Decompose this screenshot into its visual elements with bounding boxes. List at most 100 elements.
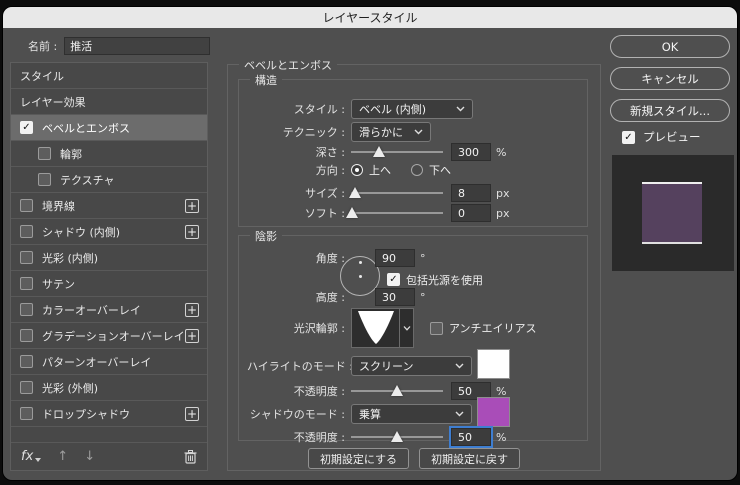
sidebar-item-inner-glow[interactable]: 光彩 (内側) [11, 245, 207, 271]
sidebar-item-texture[interactable]: テクスチャ [11, 167, 207, 193]
checkbox[interactable] [20, 407, 33, 420]
soften-input[interactable]: 0 [451, 204, 491, 222]
bevel-style-select[interactable]: ベベル (内側) [351, 99, 473, 119]
slider-thumb[interactable] [349, 187, 361, 198]
shadow-color-swatch[interactable] [477, 397, 510, 427]
sidebar-item-inner-shadow[interactable]: シャドウ (内側) + [11, 219, 207, 245]
altitude-input[interactable]: 30 [375, 288, 415, 306]
gloss-contour-picker[interactable] [351, 308, 414, 348]
add-effect-icon[interactable]: + [185, 329, 199, 343]
sidebar-item-contour[interactable]: 輪郭 [11, 141, 207, 167]
default-buttons-row: 初期設定にする 初期設定に戻す [228, 448, 600, 469]
slider-thumb[interactable] [373, 146, 385, 157]
depth-input[interactable]: 300 [451, 143, 491, 161]
size-slider[interactable] [351, 186, 443, 200]
checkbox[interactable] [20, 303, 33, 316]
make-default-button[interactable]: 初期設定にする [308, 448, 409, 469]
selected-value: 乗算 [359, 406, 381, 422]
move-up-icon[interactable]: ↑ [57, 449, 68, 464]
checkbox[interactable] [20, 277, 33, 290]
add-effect-icon[interactable]: + [185, 407, 199, 421]
sidebar-item-label: 光彩 (外側) [42, 380, 98, 396]
add-effect-icon[interactable]: + [185, 199, 199, 213]
shadow-opacity-slider[interactable] [351, 430, 443, 444]
bevel-emboss-panel: ベベルとエンボス 構造 スタイル : ベベル (内側) テクニック : 滑らかに [227, 64, 601, 471]
selected-value: ベベル (内側) [359, 101, 426, 117]
shadow-opacity-input[interactable]: 50 [451, 428, 491, 446]
technique-select[interactable]: 滑らかに [351, 122, 431, 142]
sidebar-item-pattern-overlay[interactable]: パターンオーバーレイ [11, 349, 207, 375]
highlight-opacity-slider[interactable] [351, 384, 443, 398]
style-label: スタイル : [247, 101, 345, 117]
style-preview [612, 155, 734, 271]
size-unit: px [496, 187, 510, 200]
soften-slider[interactable] [351, 206, 443, 220]
soften-label: ソフト : [247, 205, 345, 221]
size-input[interactable]: 8 [451, 184, 491, 202]
sidebar-item-label: テクスチャ [60, 172, 115, 188]
checkbox[interactable] [38, 173, 51, 186]
highlight-opacity-row: 不透明度 : 50 % [247, 381, 577, 401]
move-down-icon[interactable]: ↓ [84, 449, 95, 464]
shadow-mode-select[interactable]: 乗算 [351, 404, 472, 424]
slider-thumb[interactable] [346, 207, 358, 218]
checkbox[interactable] [20, 355, 33, 368]
use-global-light-checkbox[interactable] [387, 273, 400, 286]
depth-slider[interactable] [351, 145, 443, 159]
use-global-light-label: 包括光源を使用 [406, 272, 483, 288]
sidebar-item-label: ドロップシャドウ [42, 406, 130, 422]
dialog-titlebar: レイヤースタイル [3, 7, 737, 28]
checkbox[interactable] [20, 329, 33, 342]
fx-menu-icon[interactable]: fx [21, 449, 41, 464]
style-preview-swatch [642, 182, 702, 244]
slider-thumb[interactable] [391, 431, 403, 442]
cancel-button[interactable]: キャンセル [610, 67, 730, 90]
antialias-checkbox[interactable] [430, 322, 443, 335]
angle-input[interactable]: 90 [375, 249, 415, 267]
altitude-row: 高度 : 30 ° [247, 287, 577, 307]
sidebar-item-bevel-emboss[interactable]: ベベルとエンボス [11, 115, 207, 141]
delete-effect-icon[interactable] [184, 450, 197, 464]
preview-label: プレビュー [643, 129, 701, 145]
sidebar-item-outer-glow[interactable]: 光彩 (外側) [11, 375, 207, 401]
direction-up-radio[interactable] [351, 164, 363, 176]
style-name-input[interactable] [64, 37, 210, 55]
chevron-down-icon [35, 458, 41, 462]
antialias-label: アンチエイリアス [449, 320, 537, 336]
panel-title: ベベルとエンボス [239, 57, 337, 73]
sidebar-item-drop-shadow[interactable]: ドロップシャドウ + [11, 401, 207, 427]
preview-toggle-row: プレビュー [622, 129, 701, 145]
checkbox[interactable] [20, 381, 33, 394]
shadow-opacity-label: 不透明度 : [247, 429, 345, 445]
checkbox[interactable] [38, 147, 51, 160]
sidebar-footer: fx ↑ ↓ [11, 442, 207, 470]
reset-default-button[interactable]: 初期設定に戻す [419, 448, 520, 469]
chevron-down-icon [455, 363, 464, 369]
checkbox[interactable] [20, 225, 33, 238]
checkbox[interactable] [20, 199, 33, 212]
ok-button[interactable]: OK [610, 35, 730, 58]
slider-thumb[interactable] [391, 385, 403, 396]
highlight-color-swatch[interactable] [477, 349, 510, 379]
checkbox[interactable] [20, 251, 33, 264]
highlight-opacity-label: 不透明度 : [247, 383, 345, 399]
add-effect-icon[interactable]: + [185, 225, 199, 239]
highlight-mode-select[interactable]: スクリーン [351, 356, 472, 376]
sidebar-item-gradient-overlay[interactable]: グラデーションオーバーレイ + [11, 323, 207, 349]
new-style-button[interactable]: 新規スタイル... [610, 99, 730, 122]
checkbox[interactable] [20, 121, 33, 134]
chevron-down-icon [414, 129, 423, 135]
add-effect-icon[interactable]: + [185, 303, 199, 317]
direction-down-label: 下へ [429, 162, 451, 178]
sidebar-item-color-overlay[interactable]: カラーオーバーレイ + [11, 297, 207, 323]
chevron-down-icon[interactable] [399, 309, 413, 347]
sidebar-item-styles[interactable]: スタイル [11, 63, 207, 89]
sidebar-item-stroke[interactable]: 境界線 + [11, 193, 207, 219]
global-light-row: 包括光源を使用 [247, 272, 577, 287]
sidebar-item-label: パターンオーバーレイ [42, 354, 151, 370]
sidebar-item-satin[interactable]: サテン [11, 271, 207, 297]
sidebar-item-blending-options[interactable]: レイヤー効果 [11, 89, 207, 115]
angle-label: 角度 : [247, 250, 345, 266]
direction-down-radio[interactable] [411, 164, 423, 176]
preview-checkbox[interactable] [622, 131, 635, 144]
